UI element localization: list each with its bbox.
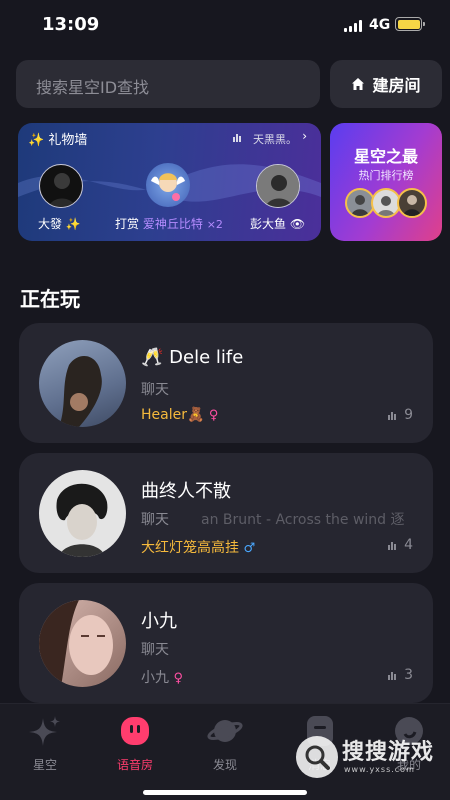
receiver-avatar[interactable] (256, 164, 300, 208)
gift-wall-card[interactable]: ✨ 礼物墙 天黑黑。 › 大發 ✨ 打赏 爱神丘比特 ×2 彭大鱼 👁 (18, 123, 321, 241)
bars-icon (388, 670, 397, 680)
planet-icon (207, 720, 243, 742)
tab-label: 发现 (212, 758, 237, 772)
watermark-text: 搜搜游戏 (342, 740, 435, 765)
room-avatar (39, 340, 126, 427)
tab-xingkong[interactable]: 星空 (10, 714, 80, 773)
room-host-name: 小九 (141, 670, 169, 686)
network-type: 4G (369, 17, 391, 33)
room-category: 聊天 (141, 382, 169, 398)
room-name: 🥂 Dele life (141, 347, 244, 368)
gift-count: ×2 (206, 218, 223, 231)
section-title-playing: 正在玩 (20, 287, 80, 311)
room-host-tag: 小九 ♀ (141, 667, 183, 687)
tab-label: 星空 (32, 758, 57, 772)
room-card[interactable]: 小九 聊天 小九 ♀ 3 (19, 583, 433, 703)
ranking-subtitle: 热门排行榜 (358, 169, 414, 182)
room-member-count: 4 (388, 537, 413, 553)
room-category: 聊天 (141, 512, 169, 528)
room-category: 聊天 (141, 642, 169, 658)
build-room-label: 建房间 (372, 76, 421, 95)
room-host-name: 大红灯笼高高挂 (141, 540, 239, 556)
search-placeholder: 搜索星空ID查找 (36, 78, 150, 97)
gender-male-icon: ♂ (243, 541, 256, 556)
gender-female-icon: ♀ (208, 408, 219, 423)
room-member-count: 3 (388, 667, 413, 683)
home-indicator[interactable] (143, 790, 307, 795)
receiver-name: 彭大鱼 👁 (250, 217, 306, 231)
watermark-url: www.yxss.com (344, 765, 415, 774)
sender-name: 大發 ✨ (38, 217, 81, 231)
tab-discover[interactable]: 发现 (190, 714, 260, 773)
watermark-mark (296, 736, 338, 778)
bars-icon (388, 410, 397, 420)
room-avatar (39, 470, 126, 557)
sparkle-icon (29, 716, 60, 746)
ranking-title: 星空之最 (353, 147, 418, 166)
status-bar: 13:09 4G (0, 0, 450, 52)
tab-label: 语音房 (116, 758, 153, 772)
room-count-value: 9 (404, 407, 413, 423)
status-time: 13:09 (42, 14, 100, 35)
room-name: 小九 (141, 611, 177, 632)
watermark-logo: 搜搜游戏 www.yxss.com (296, 728, 446, 780)
gift-wall-marquee: 天黑黑。 (253, 133, 297, 146)
home-icon (352, 78, 365, 90)
bars-icon (388, 540, 397, 550)
gift-action-verb: 打赏 (115, 217, 140, 231)
signal-icon (344, 20, 362, 32)
gender-female-icon: ♀ (173, 671, 183, 686)
room-host-tag: 大红灯笼高高挂 ♂ (141, 537, 255, 557)
now-playing-song: an Brunt - Across the wind 逐 (201, 512, 405, 528)
tab-voice-room[interactable]: 语音房 (100, 714, 170, 773)
room-card[interactable]: 曲终人不散 聊天 an Brunt - Across the wind 逐 大红… (19, 453, 433, 573)
music-bars-icon (233, 134, 241, 142)
room-count-value: 3 (404, 667, 413, 683)
gift-action-text: 打赏 爱神丘比特 ×2 (115, 215, 223, 232)
chevron-right-icon: › (302, 129, 307, 143)
rank-avatar-3 (397, 188, 427, 218)
ranking-card[interactable]: 星空之最 热门排行榜 (330, 123, 442, 241)
room-name: 曲终人不散 (141, 481, 231, 502)
room-avatar (39, 600, 126, 687)
search-input[interactable]: 搜索星空ID查找 (16, 60, 320, 108)
room-host-name: Healer🧸 (141, 407, 205, 423)
gift-wall-title: ✨ 礼物墙 (28, 133, 88, 148)
voice-room-icon (121, 717, 149, 745)
gift-name: 爱神丘比特 (142, 217, 203, 231)
build-room-button[interactable]: 建房间 (330, 60, 442, 108)
room-member-count: 9 (388, 407, 413, 423)
room-count-value: 4 (404, 537, 413, 553)
room-host-tag: Healer🧸 ♀ (141, 407, 218, 423)
gift-image (146, 163, 190, 207)
sender-avatar[interactable] (39, 164, 83, 208)
room-card[interactable]: 🥂 Dele life 聊天 Healer🧸 ♀ 9 (19, 323, 433, 443)
battery-icon (395, 17, 425, 31)
